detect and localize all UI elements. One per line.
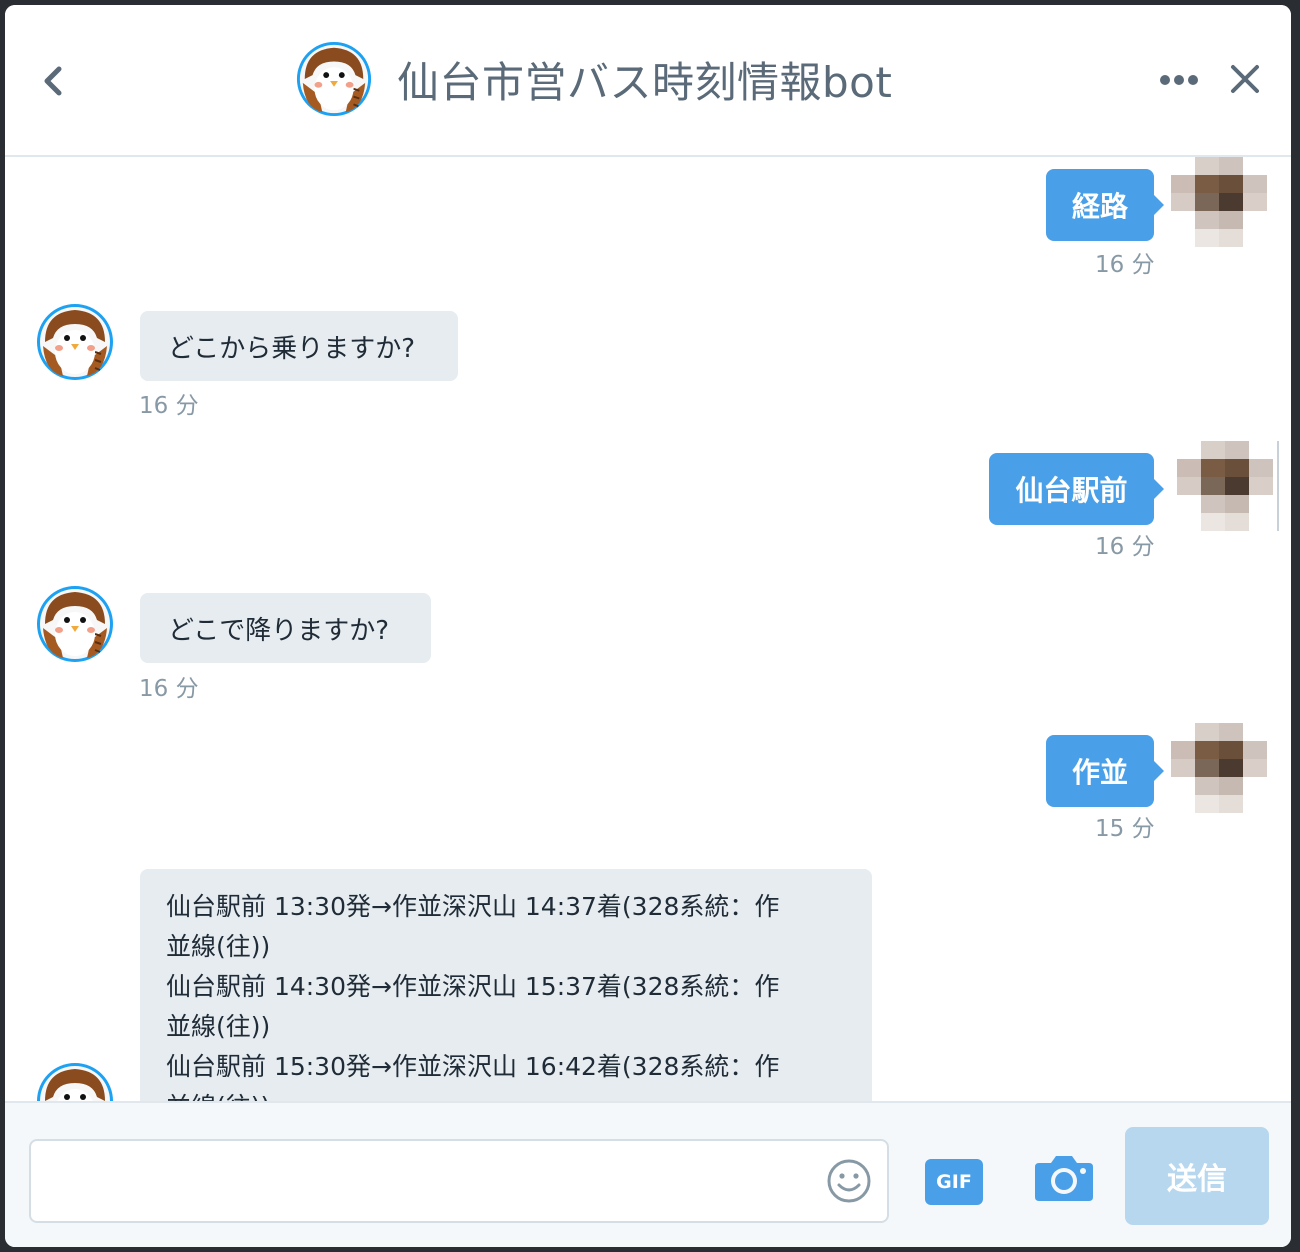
camera-button[interactable] xyxy=(1033,1151,1095,1203)
close-button[interactable] xyxy=(1227,61,1263,97)
user-avatar[interactable] xyxy=(1171,157,1267,247)
schedule-line: 仙台駅前 13:30発→作並深沢山 14:37着(328系統：作 xyxy=(166,892,780,921)
schedule-line: 並線(往)) xyxy=(166,932,271,961)
message-bubble-sent[interactable]: 経路 xyxy=(1046,169,1164,241)
user-avatar[interactable] xyxy=(1171,723,1267,813)
schedule-line: 仙台駅前 15:30発→作並深沢山 16:42着(328系統：作 xyxy=(166,1052,780,1081)
message-bubble-sent[interactable]: 仙台駅前 xyxy=(989,453,1164,525)
back-button[interactable] xyxy=(33,57,73,105)
message-list[interactable]: 経路 16 分 どこから乗りますか? 16 分 仙台駅前 16 分 どこで降りま… xyxy=(5,157,1291,1101)
schedule-line: 仙台駅前 14:30発→作並深沢山 15:37着(328系統：作 xyxy=(166,972,780,1001)
camera-icon xyxy=(1035,1156,1093,1201)
message-bubble-sent[interactable]: 作並 xyxy=(1046,735,1164,807)
message-timestamp: 16 分 xyxy=(1095,252,1155,278)
message-bubble-received[interactable]: 仙台駅前 13:30発→作並深沢山 14:37着(328系統：作 並線(往)) … xyxy=(140,869,872,1101)
dm-window: 仙台市営バス時刻情報bot 経路 16 分 どこから乗りますか? 16 分 仙台… xyxy=(5,5,1291,1247)
more-dots-icon xyxy=(1160,75,1198,85)
emoji-button[interactable] xyxy=(825,1157,873,1205)
conversation-title: 仙台市営バス時刻情報bot xyxy=(397,57,893,107)
message-bubble-received[interactable]: どこから乗りますか? xyxy=(140,311,458,381)
message-timestamp: 16 分 xyxy=(1095,534,1155,560)
message-composer: GIF 送信 xyxy=(5,1101,1291,1247)
gif-button[interactable]: GIF xyxy=(925,1159,983,1205)
schedule-line: 並線(往)) xyxy=(166,1012,271,1041)
message-input-box[interactable] xyxy=(29,1139,889,1223)
bot-avatar[interactable] xyxy=(35,1061,115,1101)
close-icon xyxy=(1231,65,1259,93)
conversation-title-block[interactable]: 仙台市営バス時刻情報bot xyxy=(295,39,892,119)
user-avatar[interactable] xyxy=(1177,441,1273,531)
conversation-header: 仙台市営バス時刻情報bot xyxy=(5,5,1291,157)
bot-avatar[interactable] xyxy=(35,584,115,664)
message-bubble-received[interactable]: どこで降りますか? xyxy=(140,593,431,663)
scroll-edge xyxy=(1277,441,1279,531)
bot-avatar[interactable] xyxy=(35,302,115,382)
emoji-icon xyxy=(827,1159,871,1203)
message-timestamp: 15 分 xyxy=(1095,816,1155,842)
message-input[interactable] xyxy=(47,1141,821,1223)
more-options-button[interactable] xyxy=(1155,67,1203,93)
message-timestamp: 16 分 xyxy=(139,676,199,702)
owl-avatar xyxy=(295,40,373,118)
message-timestamp: 16 分 xyxy=(139,393,199,419)
send-button[interactable]: 送信 xyxy=(1125,1127,1269,1225)
schedule-line: 並線(往)) xyxy=(166,1087,846,1101)
chevron-left-icon xyxy=(44,66,62,96)
